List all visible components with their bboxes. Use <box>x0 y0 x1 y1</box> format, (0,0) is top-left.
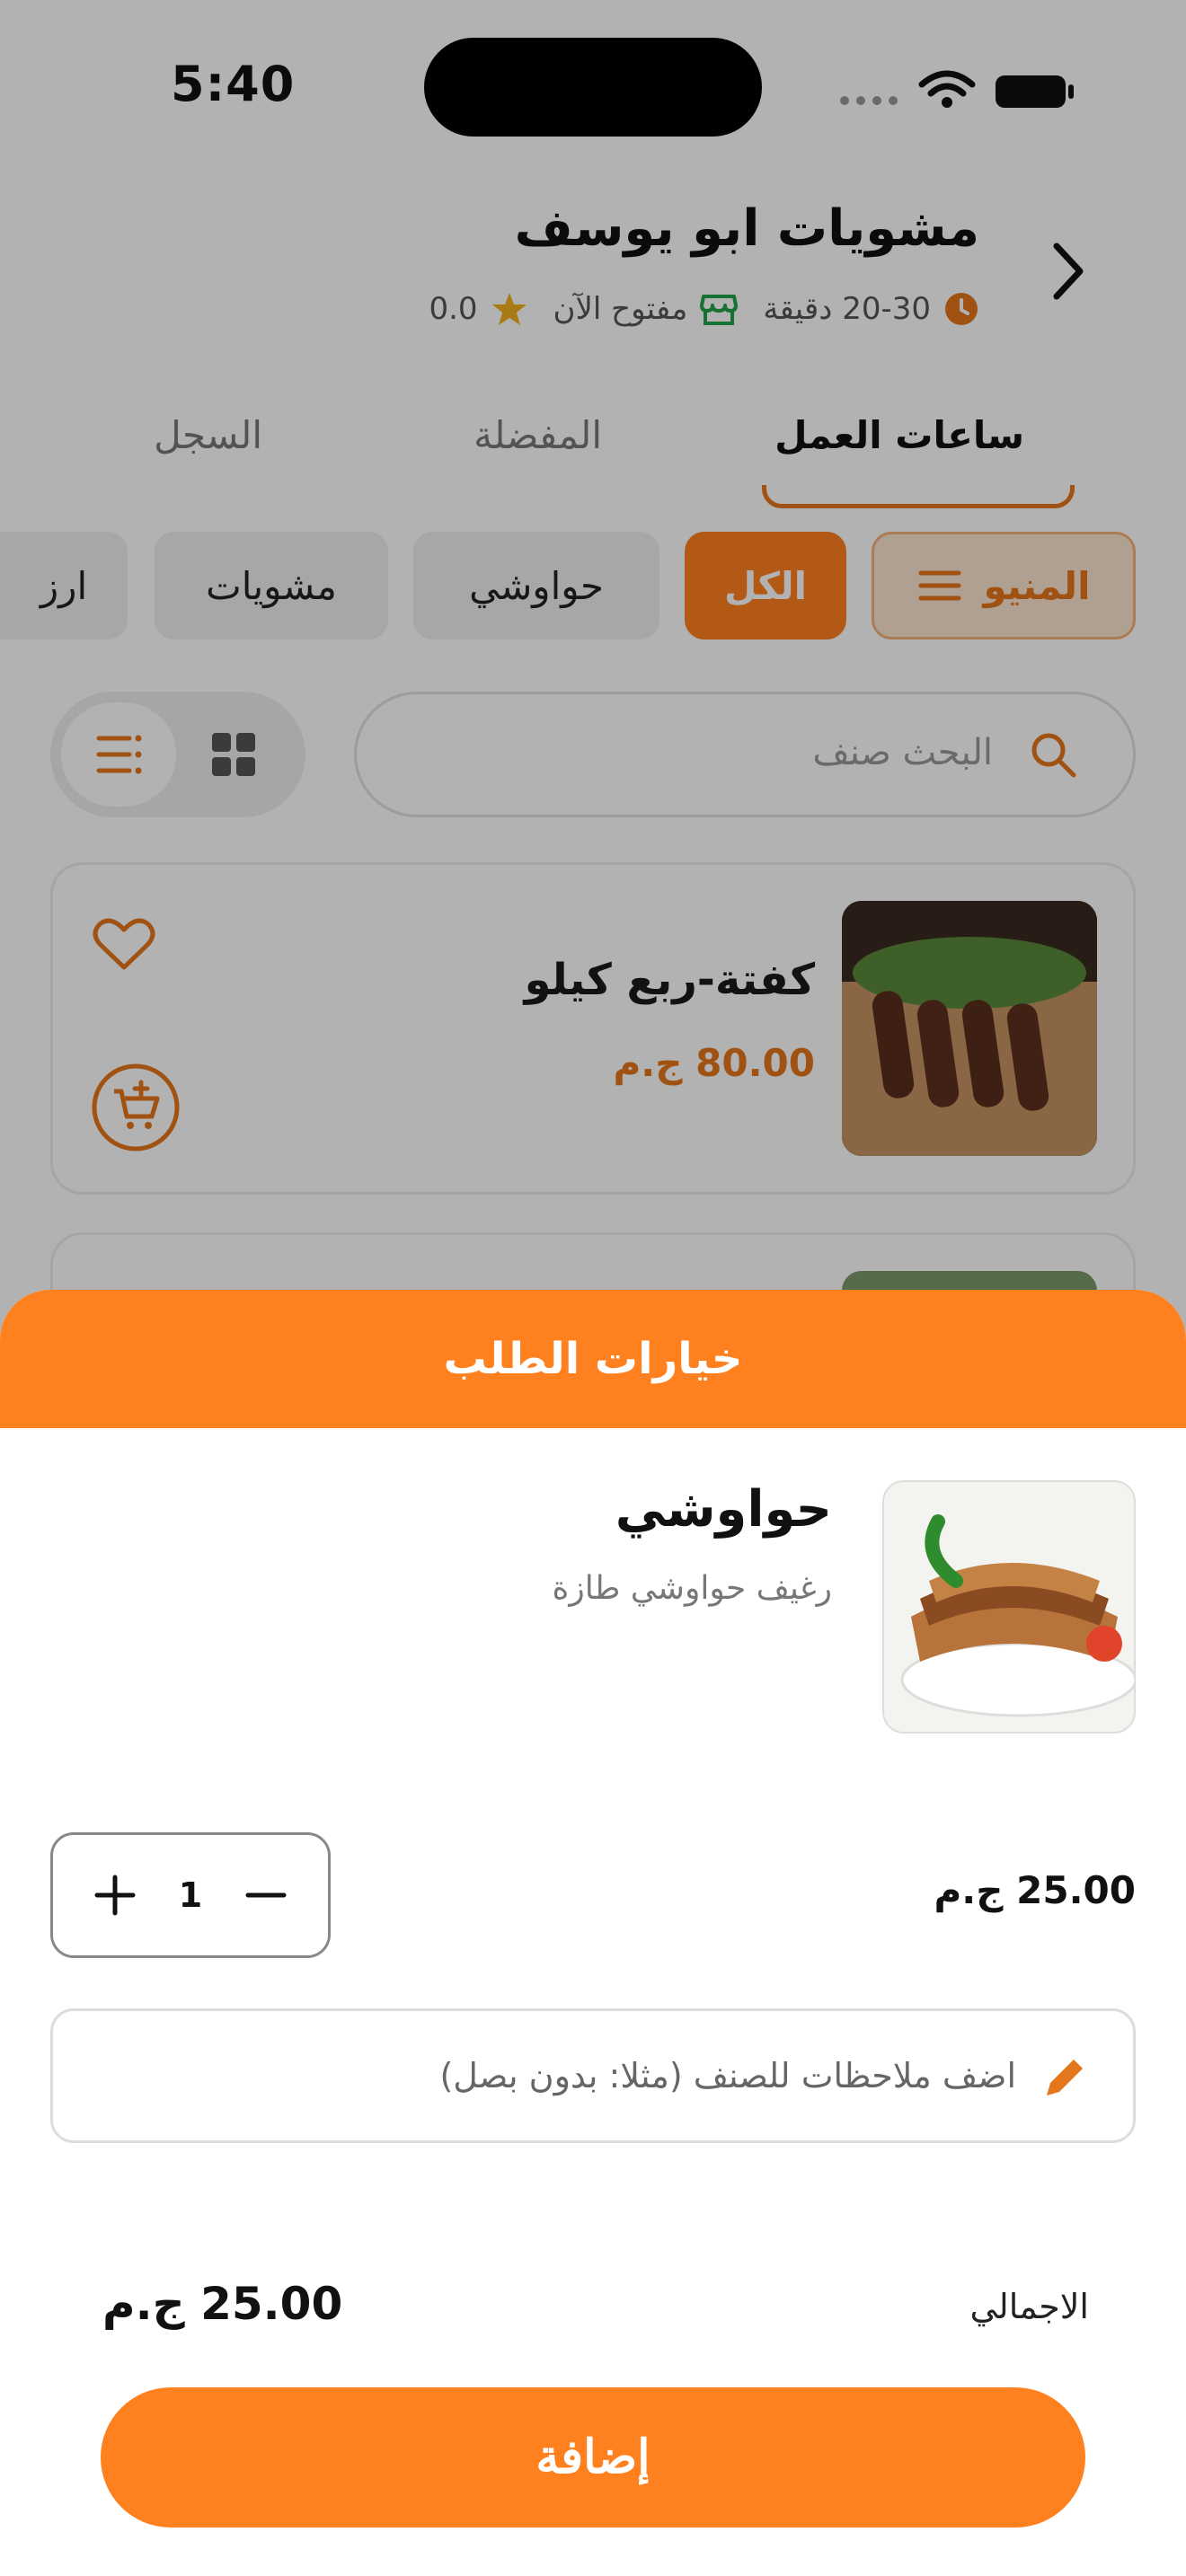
sheet-title: خيارات الطلب <box>0 1290 1186 1428</box>
pencil-icon <box>1047 2060 1083 2095</box>
item-description: رغيف حواوشي طازة <box>552 1570 832 1607</box>
total-label: الاجمالي <box>969 2287 1089 2326</box>
item-name: حواوشي <box>615 1480 832 1539</box>
add-to-order-button[interactable]: إضافة <box>101 2387 1085 2527</box>
total-value: 25.00 ج.م <box>102 2278 343 2330</box>
unit-price: 25.00 ج.م <box>934 1868 1137 1912</box>
quantity-value: 1 <box>178 1875 203 1915</box>
modal-backdrop[interactable] <box>0 0 1186 1347</box>
restaurant-menu-page: 5:40 مشويات ابو يوسف 20-30 دقيقة مفتوح ا… <box>0 0 1186 1412</box>
order-options-sheet: خيارات الطلب حواوشي رغيف حواوشي طازة 1 2… <box>0 1290 1186 2576</box>
item-image <box>882 1480 1136 1734</box>
notes-placeholder: اضف ملاحظات للصنف (مثلا: بدون بصل) <box>439 2056 1016 2095</box>
notes-input[interactable]: اضف ملاحظات للصنف (مثلا: بدون بصل) <box>50 2008 1136 2143</box>
minus-icon[interactable] <box>245 1875 287 1916</box>
quantity-stepper: 1 <box>50 1832 331 1958</box>
plus-icon[interactable] <box>94 1875 136 1916</box>
